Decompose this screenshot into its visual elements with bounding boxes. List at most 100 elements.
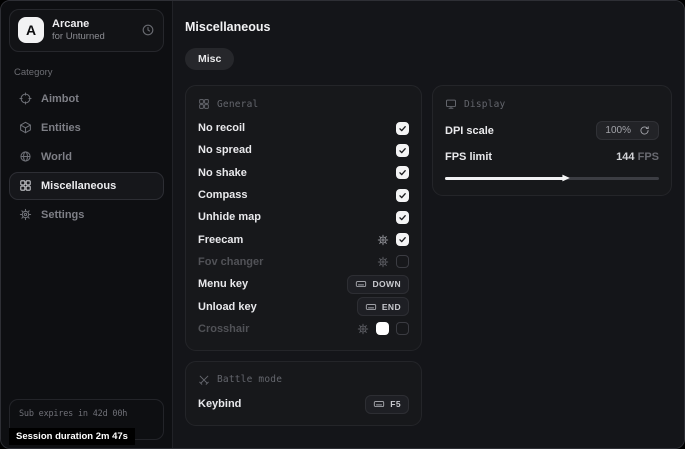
checkbox[interactable] xyxy=(396,255,409,268)
row-controls xyxy=(396,122,409,135)
fps-limit-label: FPS limit xyxy=(445,151,492,163)
row-controls xyxy=(396,166,409,179)
row-label: Keybind xyxy=(198,398,241,410)
layout-grid-icon xyxy=(198,98,210,110)
general-card-title: General xyxy=(217,99,258,110)
gear-icon[interactable] xyxy=(357,323,369,335)
category-label: Category xyxy=(14,67,159,78)
row-label: Unhide map xyxy=(198,211,261,223)
keybind-value: END xyxy=(382,302,401,312)
display-card: Display DPI scale 100% FPS limit 144 xyxy=(432,85,672,196)
sidebar-item-label: Aimbot xyxy=(41,93,79,105)
sidebar-nav: Aimbot Entities World Miscellaneous Settings xyxy=(9,85,164,229)
monitor-icon xyxy=(445,98,457,110)
color-swatch[interactable] xyxy=(376,322,389,335)
row-label: Fov changer xyxy=(198,256,263,268)
sidebar: A Arcane for Unturned Category Aimbot Ent… xyxy=(1,1,173,448)
sidebar-item-label: Settings xyxy=(41,209,84,221)
gear-icon xyxy=(19,208,32,221)
app-title-block: Arcane for Unturned xyxy=(52,17,105,44)
sub-expiry-text: Sub expires in 42d 00h xyxy=(19,409,154,419)
app-logo: A xyxy=(18,17,44,43)
sidebar-item-entities[interactable]: Entities xyxy=(9,114,164,142)
keybind-value: DOWN xyxy=(372,279,401,289)
checkbox[interactable] xyxy=(396,122,409,135)
sidebar-item-miscellaneous[interactable]: Miscellaneous xyxy=(9,172,164,200)
left-column: General No recoil No spread No shake Com… xyxy=(185,85,422,426)
keybind-chip[interactable]: F5 xyxy=(365,395,409,414)
row-fov-changer: Fov changer xyxy=(198,251,409,273)
right-column: Display DPI scale 100% FPS limit 144 xyxy=(432,85,672,196)
battle-mode-card: Battle mode Keybind F5 xyxy=(185,361,422,426)
sidebar-item-world[interactable]: World xyxy=(9,143,164,171)
sidebar-item-settings[interactable]: Settings xyxy=(9,201,164,229)
display-card-header: Display xyxy=(445,94,659,117)
tab-misc[interactable]: Misc xyxy=(185,48,234,70)
battle-mode-card-header: Battle mode xyxy=(198,370,409,393)
checkbox[interactable] xyxy=(396,233,409,246)
general-rows: No recoil No spread No shake Compass Unh… xyxy=(198,117,409,340)
row-label: No shake xyxy=(198,167,247,179)
row-unhide-map: Unhide map xyxy=(198,206,409,228)
checkbox[interactable] xyxy=(396,144,409,157)
row-no-spread: No spread xyxy=(198,139,409,161)
battle-mode-rows: Keybind F5 xyxy=(198,393,409,415)
refresh-icon[interactable] xyxy=(639,125,650,136)
row-label: Compass xyxy=(198,189,248,201)
row-controls: DOWN xyxy=(347,275,409,294)
row-label: Freecam xyxy=(198,234,243,246)
checkbox[interactable] xyxy=(396,189,409,202)
keyboard-icon xyxy=(365,301,377,313)
keybind-value: F5 xyxy=(390,399,401,409)
row-controls xyxy=(377,233,409,246)
row-freecam: Freecam xyxy=(198,228,409,250)
row-controls xyxy=(377,255,409,268)
layout-grid-icon xyxy=(19,179,32,192)
app-subtitle: for Unturned xyxy=(52,31,105,43)
history-icon[interactable] xyxy=(141,23,155,37)
keybind-chip[interactable]: END xyxy=(357,297,409,316)
keyboard-icon xyxy=(355,278,367,290)
page-title: Miscellaneous xyxy=(185,20,672,34)
fps-limit-slider[interactable] xyxy=(445,172,659,185)
row-no-shake: No shake xyxy=(198,162,409,184)
keyboard-icon xyxy=(373,398,385,410)
row-controls: F5 xyxy=(365,395,409,414)
checkbox[interactable] xyxy=(396,322,409,335)
row-label: Menu key xyxy=(198,278,248,290)
row-no-recoil: No recoil xyxy=(198,117,409,139)
keybind-chip[interactable]: DOWN xyxy=(347,275,409,294)
dpi-scale-label: DPI scale xyxy=(445,125,494,137)
globe-icon xyxy=(19,150,32,163)
row-unload-key: Unload key END xyxy=(198,295,409,317)
checkbox[interactable] xyxy=(396,166,409,179)
dpi-scale-value: 100% xyxy=(605,125,631,136)
sidebar-item-aimbot[interactable]: Aimbot xyxy=(9,85,164,113)
general-card: General No recoil No spread No shake Com… xyxy=(185,85,422,351)
dpi-scale-control[interactable]: 100% xyxy=(596,121,659,140)
row-compass: Compass xyxy=(198,184,409,206)
cube-icon xyxy=(19,121,32,134)
main-content: Miscellaneous Misc General No recoil No … xyxy=(173,1,684,448)
slider-thumb[interactable] xyxy=(561,173,571,183)
row-label: No recoil xyxy=(198,122,245,134)
row-controls xyxy=(357,322,409,335)
battle-mode-card-title: Battle mode xyxy=(217,374,282,385)
gear-icon[interactable] xyxy=(377,234,389,246)
gear-icon[interactable] xyxy=(377,256,389,268)
dpi-scale-row: DPI scale 100% xyxy=(445,118,659,143)
checkbox[interactable] xyxy=(396,211,409,224)
sidebar-item-label: World xyxy=(41,151,72,163)
row-crosshair: Crosshair xyxy=(198,318,409,340)
tab-bar: Misc xyxy=(185,48,672,70)
row-label: Crosshair xyxy=(198,323,249,335)
row-label: Unload key xyxy=(198,301,257,313)
sidebar-item-label: Miscellaneous xyxy=(41,180,116,192)
swords-icon xyxy=(198,374,210,386)
app-window: A Arcane for Unturned Category Aimbot Ent… xyxy=(0,0,685,449)
general-card-header: General xyxy=(198,94,409,117)
fps-limit-value: 144 FPS xyxy=(616,151,659,163)
fps-limit-row: FPS limit 144 FPS xyxy=(445,144,659,169)
row-controls xyxy=(396,189,409,202)
slider-fill xyxy=(445,177,565,180)
